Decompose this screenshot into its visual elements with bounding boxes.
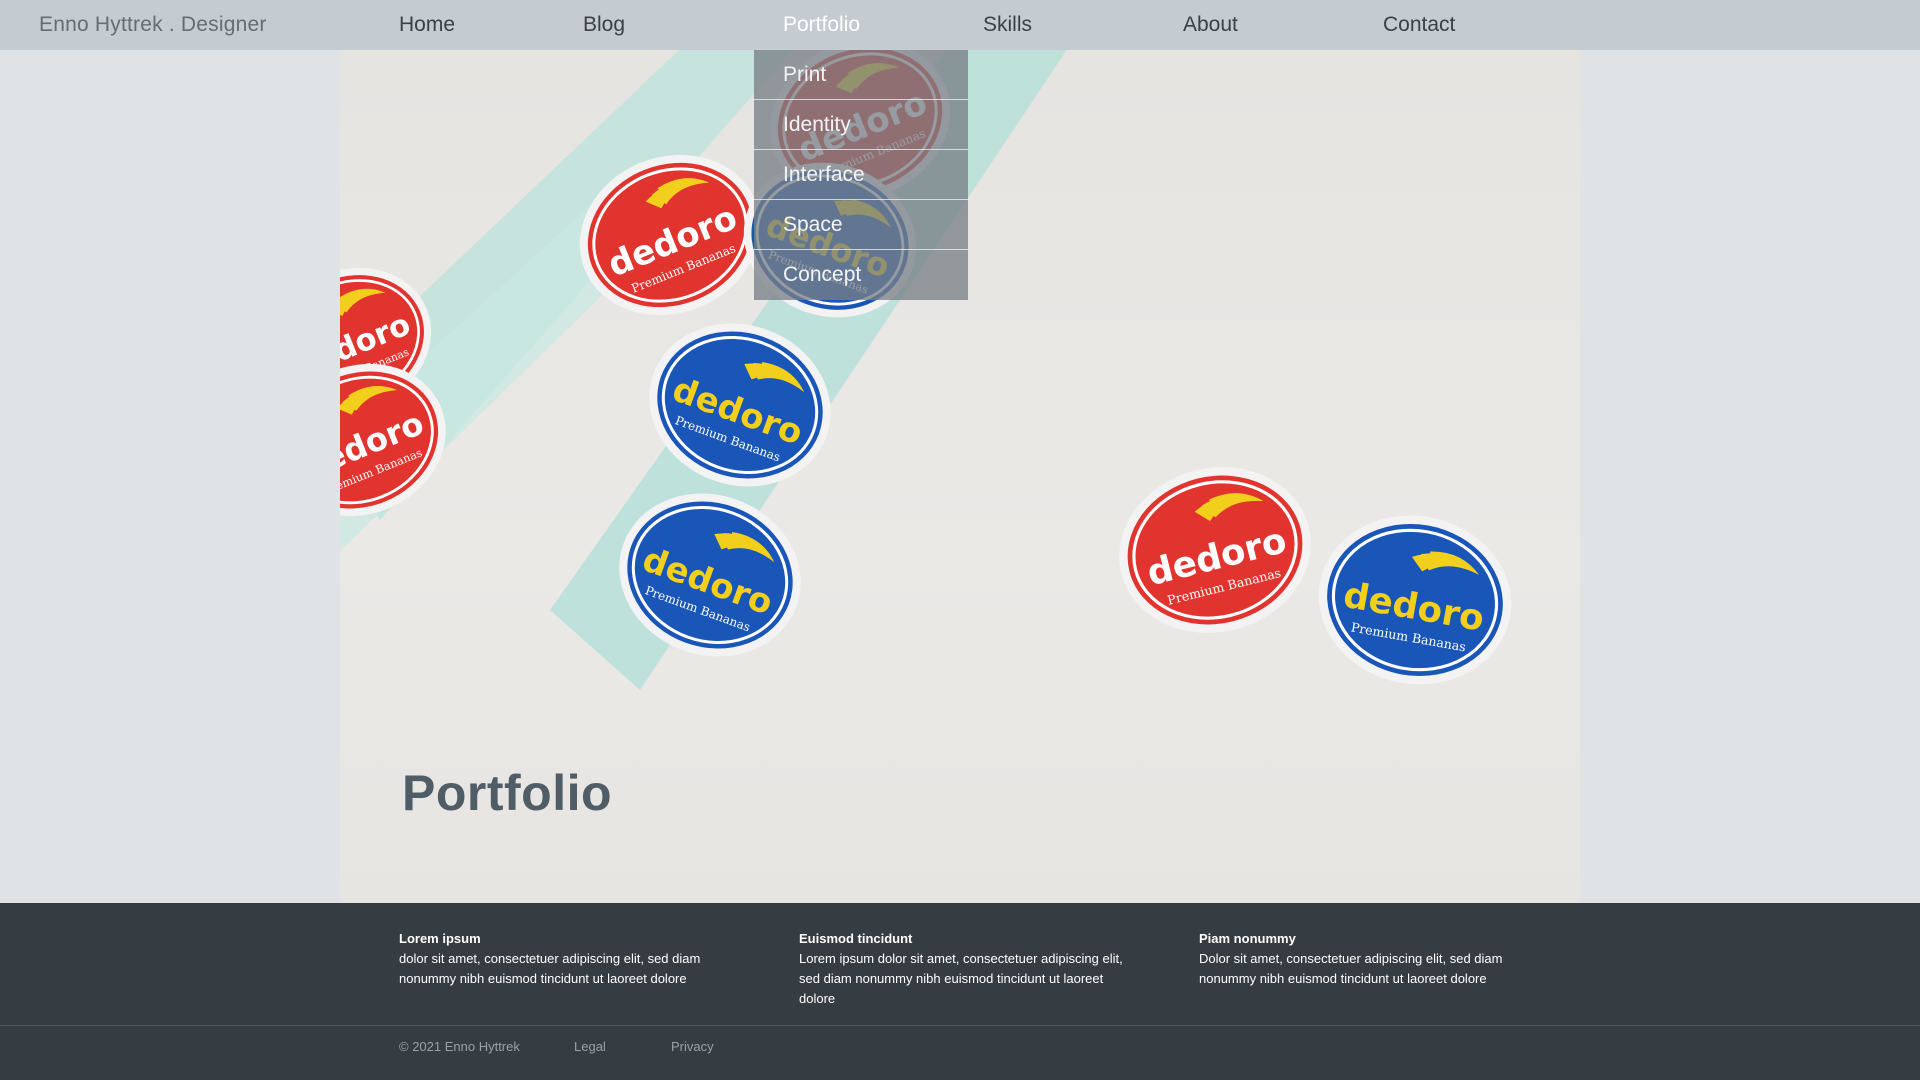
dropdown-item-interface[interactable]: Interface — [754, 150, 968, 200]
legal-link[interactable]: Legal — [574, 1039, 606, 1054]
nav-home[interactable]: Home — [399, 0, 455, 50]
dropdown-item-concept[interactable]: Concept — [754, 250, 968, 300]
nav-skills[interactable]: Skills — [983, 0, 1032, 50]
footer-column-1: Lorem ipsum dolor sit amet, consectetuer… — [399, 929, 729, 989]
footer-divider — [0, 1025, 1920, 1026]
footer-column-text: Dolor sit amet, consectetuer adipiscing … — [1199, 951, 1503, 986]
footer-column-2: Euismod tincidunt Lorem ipsum dolor sit … — [799, 929, 1129, 1009]
nav-blog[interactable]: Blog — [583, 0, 625, 50]
nav-contact[interactable]: Contact — [1383, 0, 1455, 50]
dropdown-item-identity[interactable]: Identity — [754, 100, 968, 150]
footer-column-heading: Lorem ipsum — [399, 931, 481, 946]
top-navigation-bar: Enno Hyttrek . Designer Home Blog Portfo… — [0, 0, 1920, 50]
footer-column-text: Lorem ipsum dolor sit amet, consectetuer… — [799, 951, 1123, 1006]
footer: Lorem ipsum dolor sit amet, consectetuer… — [0, 903, 1920, 1080]
footer-column-heading: Piam nonummy — [1199, 931, 1296, 946]
footer-column-3: Piam nonummy Dolor sit amet, consectetue… — [1199, 929, 1529, 989]
dropdown-item-space[interactable]: Space — [754, 200, 968, 250]
footer-column-heading: Euismod tincidunt — [799, 931, 913, 946]
site-brand[interactable]: Enno Hyttrek . Designer — [39, 0, 267, 50]
nav-about[interactable]: About — [1183, 0, 1238, 50]
dropdown-item-print[interactable]: Print — [754, 50, 968, 100]
nav-portfolio[interactable]: Portfolio — [783, 0, 860, 50]
copyright-text: © 2021 Enno Hyttrek — [399, 1039, 520, 1054]
page-title: Portfolio — [402, 765, 613, 821]
footer-column-text: dolor sit amet, consectetuer adipiscing … — [399, 951, 701, 986]
portfolio-dropdown-menu: Print Identity Interface Space Concept — [754, 50, 968, 300]
privacy-link[interactable]: Privacy — [671, 1039, 714, 1054]
